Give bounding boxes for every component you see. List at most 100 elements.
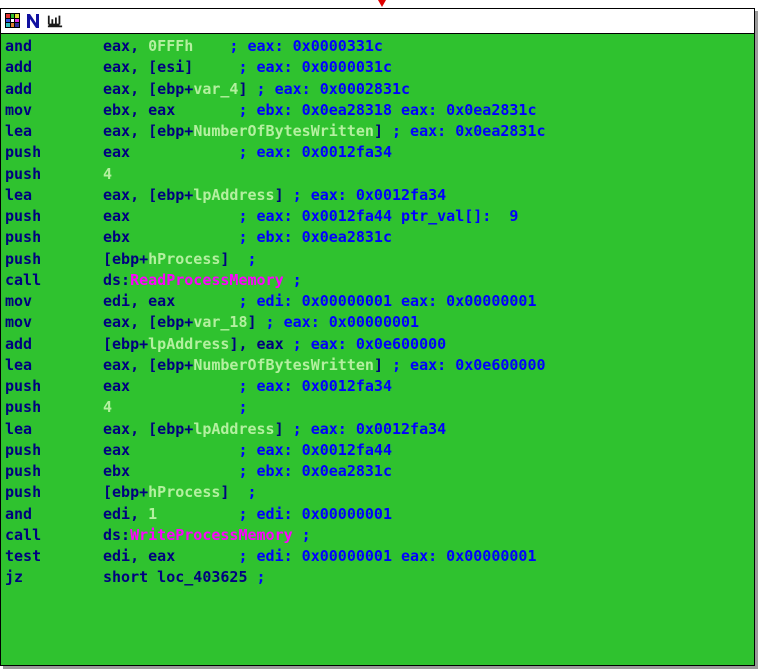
comment: ; eax: 0x0012fa34 [283, 419, 447, 438]
comment: ; [229, 483, 257, 502]
comment: ; eax: 0x0012fa34 [130, 377, 392, 395]
operands: eax, [ebp+lpAddress] ; eax: 0x0012fa34 [103, 185, 446, 206]
operand-symbol: hProcess [148, 483, 221, 502]
mnemonic: push [5, 249, 42, 268]
graph-overview-icon[interactable] [5, 13, 20, 28]
operand-text: ebx [103, 462, 131, 480]
instruction-line[interactable]: mov ebx, eax ; ebx: 0x0ea28318 eax: 0x0ea… [1, 100, 754, 121]
name-icon[interactable] [25, 13, 41, 29]
instruction-line[interactable]: lea eax, [ebp+NumberOfBytesWritten] ; eax… [1, 121, 754, 142]
mnemonic: mov [5, 313, 33, 332]
flowchart-icon[interactable] [47, 13, 63, 29]
comment: ; [247, 568, 266, 587]
operands: [ebp+lpAddress], eax ; eax: 0x0e600000 [103, 334, 446, 355]
instruction-line[interactable]: push ebx ; ebx: 0x0ea2831c [1, 461, 754, 482]
operand-text: ] [373, 355, 383, 374]
operand-text: short loc_403625 [103, 568, 248, 587]
operands: edi, 1 ; edi: 0x00000001 [103, 504, 392, 525]
instruction-line[interactable]: push ebx ; ebx: 0x0ea2831c [1, 227, 754, 248]
instruction-line[interactable]: call ds:ReadProcessMemory ; [1, 270, 754, 291]
mnemonic: jz [5, 568, 24, 587]
mnemonic: add [5, 334, 33, 353]
comment: ; eax: 0x0002831c [247, 79, 411, 98]
instruction-line[interactable]: and edi, 1 ; edi: 0x00000001 [1, 504, 754, 525]
instruction-line[interactable]: push [ebp+hProcess] ; [1, 249, 754, 270]
operand-text: ] [373, 122, 383, 140]
operand-symbol: NumberOfBytesWritten [193, 122, 374, 140]
operands: short loc_403625 ; [103, 567, 266, 588]
mnemonic: push [5, 440, 42, 459]
api-name: WriteProcessMemory [130, 525, 293, 544]
operand-text: eax [103, 440, 131, 459]
instruction-line[interactable]: call ds:WriteProcessMemory ; [1, 525, 754, 546]
mnemonic: and [5, 504, 33, 523]
operand-text: ] [274, 419, 284, 438]
operand-text: ebx, eax [103, 100, 176, 119]
operands: eax, 0FFFh ; eax: 0x0000331c [103, 36, 383, 57]
operand-symbol: var_4 [193, 79, 239, 98]
mnemonic: push [5, 483, 42, 502]
comment: ; [229, 249, 257, 268]
instruction-line[interactable]: push eax ; eax: 0x0012fa34 [1, 376, 754, 397]
instruction-line[interactable]: lea eax, [ebp+lpAddress] ; eax: 0x0012fa3… [1, 419, 754, 440]
instruction-line[interactable]: add [ebp+lpAddress], eax ; eax: 0x0e60000… [1, 334, 754, 355]
graph-node-block[interactable]: and eax, 0FFFh ; eax: 0x0000331c add eax, [… [0, 8, 755, 666]
instruction-line[interactable]: jz short loc_403625 ; [1, 567, 754, 588]
instruction-line[interactable]: test edi, eax ; edi: 0x00000001 eax: 0x00… [1, 546, 754, 567]
operand-symbol: lpAddress [148, 334, 230, 353]
mnemonic: add [5, 58, 33, 77]
mnemonic: lea [5, 419, 33, 438]
operand-text: eax, [103, 37, 149, 55]
instruction-line[interactable]: push eax ; eax: 0x0012fa44 [1, 440, 754, 461]
mnemonic: add [5, 79, 33, 98]
api-name: ReadProcessMemory [130, 270, 284, 289]
operand-text: eax, [ebp+ [103, 419, 194, 438]
comment: ; [112, 398, 248, 417]
mnemonic: lea [5, 122, 33, 140]
operand-symbol: var_18 [193, 313, 248, 332]
instruction-line[interactable]: mov eax, [ebp+var_18] ; eax: 0x00000001 [1, 312, 754, 333]
mnemonic: call [5, 270, 42, 289]
instruction-line[interactable]: add eax, [ebp+var_4] ; eax: 0x0002831c [1, 79, 754, 100]
mnemonic: call [5, 525, 42, 544]
instruction-line[interactable]: add eax, [esi] ; eax: 0x0000031c [1, 57, 754, 78]
operand-text: eax [103, 143, 131, 162]
operands: ebx ; ebx: 0x0ea2831c [103, 461, 392, 482]
comment: ; eax: 0x0ea2831c [382, 122, 546, 140]
operands: eax ; eax: 0x0012fa34 [103, 376, 392, 397]
operands: ebx ; ebx: 0x0ea2831c [103, 227, 392, 248]
instruction-line[interactable]: push [ebp+hProcess] ; [1, 482, 754, 503]
comment: ; edi: 0x00000001 [157, 504, 392, 523]
operand-symbol: hProcess [148, 249, 221, 268]
comment: ; eax: 0x0012fa44 [130, 440, 392, 459]
comment: ; [292, 525, 311, 544]
operand-text: ds: [103, 525, 131, 544]
operand-text: edi, [103, 504, 149, 523]
instruction-line[interactable]: lea eax, [ebp+lpAddress] ; eax: 0x0012fa3… [1, 185, 754, 206]
operand-text: [ebp+ [103, 249, 149, 268]
mnemonic: push [5, 207, 42, 225]
operand-text: eax, [ebp+ [103, 122, 194, 140]
operand-symbol: lpAddress [193, 185, 275, 204]
mnemonic: lea [5, 355, 33, 374]
operands: eax ; eax: 0x0012fa44 ptr_val[]: 9 [103, 206, 518, 227]
operands: 4 ; [103, 397, 248, 418]
instruction-line[interactable]: mov edi, eax ; edi: 0x00000001 eax: 0x000… [1, 291, 754, 312]
disassembly-listing[interactable]: and eax, 0FFFh ; eax: 0x0000331c add eax, [… [1, 34, 754, 665]
instruction-line[interactable]: push 4 ; [1, 397, 754, 418]
instruction-line[interactable]: push 4 [1, 164, 754, 185]
operands: [ebp+hProcess] ; [103, 482, 257, 503]
instruction-line[interactable]: push eax ; eax: 0x0012fa44 ptr_val[]: 9 [1, 206, 754, 227]
operands: ds:ReadProcessMemory ; [103, 270, 302, 291]
instruction-line[interactable]: push eax ; eax: 0x0012fa34 [1, 142, 754, 163]
operand-text: [ebp+ [103, 483, 149, 502]
operand-text: eax, [ebp+ [103, 313, 194, 332]
instruction-line[interactable]: and eax, 0FFFh ; eax: 0x0000331c [1, 36, 754, 57]
instruction-line[interactable]: lea eax, [ebp+NumberOfBytesWritten] ; eax… [1, 355, 754, 376]
mnemonic: test [5, 547, 42, 565]
comment: ; eax: 0x0012fa44 ptr_val[]: 9 [130, 207, 519, 225]
operand-symbol: NumberOfBytesWritten [193, 355, 374, 374]
operand-text: ] [274, 185, 284, 204]
operand-text: eax, [ebp+ [103, 185, 194, 204]
node-title-bar[interactable] [1, 9, 754, 34]
